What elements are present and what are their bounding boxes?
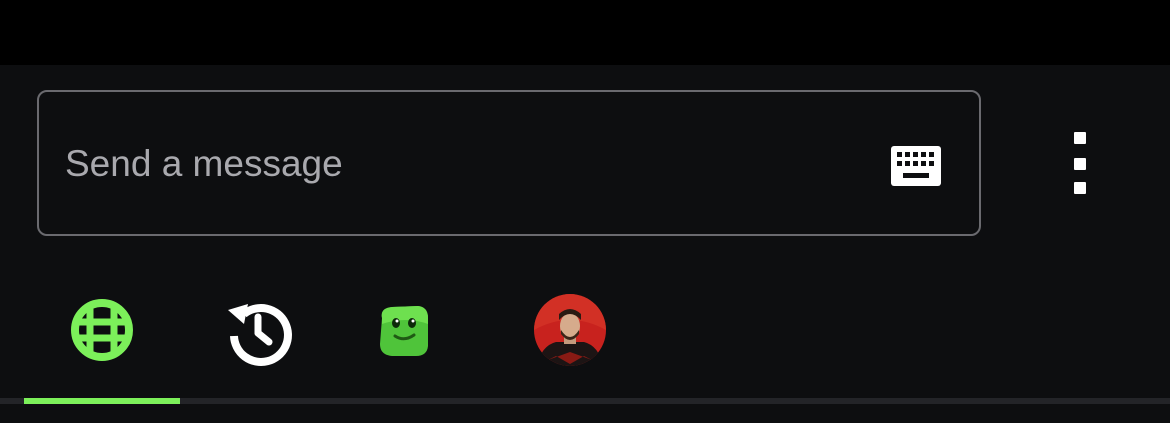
tab-channel-avatar[interactable]: [526, 290, 614, 370]
history-icon: [228, 304, 292, 366]
globe-grid-icon: [71, 299, 133, 361]
more-vertical-icon-dot: [1074, 182, 1086, 194]
message-input[interactable]: [65, 140, 845, 188]
tab-channel-emotes[interactable]: [366, 290, 442, 370]
more-vertical-icon-dot: [1074, 158, 1086, 170]
message-composer[interactable]: [37, 90, 981, 236]
more-options-button[interactable]: [1062, 128, 1098, 200]
tab-recent[interactable]: [214, 290, 302, 370]
tab-all-emotes[interactable]: [58, 290, 146, 370]
top-bar: [0, 0, 1170, 65]
channel-avatar: [534, 294, 606, 366]
more-vertical-icon: [1074, 132, 1086, 144]
keyboard-button[interactable]: [891, 146, 941, 186]
green-blob-emote-icon: [380, 306, 428, 356]
active-tab-indicator: [24, 398, 180, 404]
keyboard-icon: [891, 146, 941, 186]
